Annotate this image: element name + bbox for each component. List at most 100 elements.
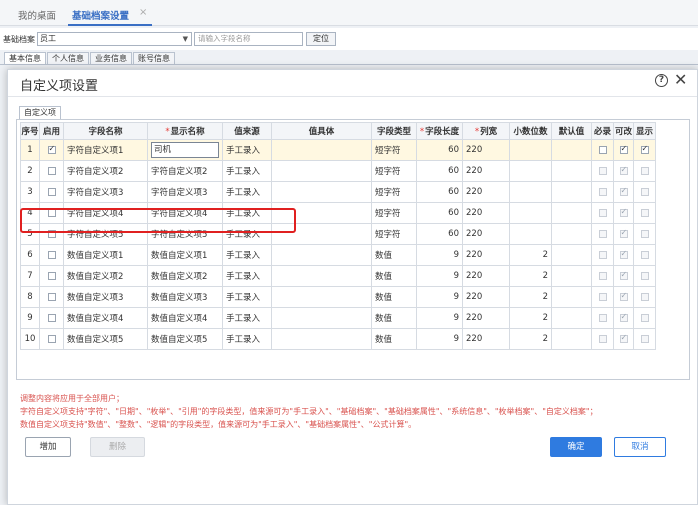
display-name-cell[interactable]: 数值自定义项1: [147, 244, 223, 266]
editable-checkbox[interactable]: [619, 186, 628, 196]
decimals-cell[interactable]: [509, 160, 552, 182]
decimals-cell[interactable]: [509, 139, 552, 161]
decimals-cell[interactable]: 2: [509, 244, 552, 266]
required-checkbox[interactable]: [598, 145, 607, 154]
col-width-cell[interactable]: 220: [462, 244, 510, 266]
field-type-cell[interactable]: 数值: [371, 307, 417, 329]
col-width-cell[interactable]: 220: [462, 307, 510, 329]
editable-checkbox[interactable]: [619, 270, 628, 280]
field-type-cell[interactable]: 数值: [371, 328, 417, 350]
editable-checkbox[interactable]: [619, 312, 628, 322]
field-length-cell[interactable]: 9: [416, 328, 463, 350]
tab-custom-fields[interactable]: 自定义项: [19, 106, 61, 119]
field-length-cell[interactable]: 9: [416, 286, 463, 308]
required-checkbox[interactable]: [598, 313, 607, 322]
value-source-cell[interactable]: 手工录入: [222, 160, 272, 182]
default-cell[interactable]: [551, 244, 592, 266]
required-checkbox[interactable]: [598, 334, 607, 343]
enabled-checkbox[interactable]: [47, 292, 56, 301]
default-cell[interactable]: [551, 286, 592, 308]
field-length-cell[interactable]: 9: [416, 265, 463, 287]
field-type-cell[interactable]: 短字符: [371, 139, 417, 161]
close-icon[interactable]: ✕: [674, 71, 687, 89]
field-type-cell[interactable]: 短字符: [371, 181, 417, 203]
cancel-button[interactable]: 取消: [614, 437, 666, 457]
editable-checkbox[interactable]: [619, 228, 628, 238]
enabled-checkbox[interactable]: [47, 271, 56, 280]
visible-checkbox[interactable]: [640, 166, 649, 175]
table-row[interactable]: 7 数值自定义项2 数值自定义项2 手工录入 数值 9 220 2: [20, 265, 656, 287]
enabled-checkbox[interactable]: [47, 313, 56, 322]
field-length-cell[interactable]: 60: [416, 139, 463, 161]
field-type-cell[interactable]: 短字符: [371, 223, 417, 245]
display-name-input[interactable]: 司机: [151, 142, 219, 158]
value-source-cell[interactable]: 手工录入: [222, 181, 272, 203]
editable-checkbox[interactable]: [619, 144, 628, 154]
display-name-cell[interactable]: 字符自定义项2: [147, 160, 223, 182]
enabled-checkbox[interactable]: [47, 334, 56, 343]
decimals-cell[interactable]: [509, 223, 552, 245]
value-body-cell[interactable]: [271, 139, 372, 161]
subtab-business-info[interactable]: 业务信息: [90, 52, 132, 64]
enabled-checkbox[interactable]: [47, 250, 56, 259]
value-source-cell[interactable]: 手工录入: [222, 139, 272, 161]
field-type-cell[interactable]: 数值: [371, 286, 417, 308]
default-cell[interactable]: [551, 160, 592, 182]
col-width-cell[interactable]: 220: [462, 286, 510, 308]
col-width-cell[interactable]: 220: [462, 202, 510, 224]
delete-button[interactable]: 删除: [90, 437, 145, 457]
visible-checkbox[interactable]: [640, 144, 649, 154]
enabled-checkbox[interactable]: [47, 144, 56, 154]
editable-checkbox[interactable]: [619, 165, 628, 175]
visible-checkbox[interactable]: [640, 250, 649, 259]
default-cell[interactable]: [551, 265, 592, 287]
close-icon[interactable]: ×: [139, 7, 147, 18]
editable-checkbox[interactable]: [619, 207, 628, 217]
required-checkbox[interactable]: [598, 166, 607, 175]
editable-checkbox[interactable]: [619, 291, 628, 301]
decimals-cell[interactable]: 2: [509, 286, 552, 308]
field-type-cell[interactable]: 数值: [371, 265, 417, 287]
col-width-cell[interactable]: 220: [462, 223, 510, 245]
table-row[interactable]: 3 字符自定义项3 字符自定义项3 手工录入 短字符 60 220: [20, 181, 656, 203]
value-source-cell[interactable]: 手工录入: [222, 307, 272, 329]
col-width-cell[interactable]: 220: [462, 265, 510, 287]
value-body-cell[interactable]: [271, 265, 372, 287]
display-name-cell[interactable]: 字符自定义项3: [147, 181, 223, 203]
col-width-cell[interactable]: 220: [462, 160, 510, 182]
add-button[interactable]: 增加: [25, 437, 71, 457]
decimals-cell[interactable]: 2: [509, 328, 552, 350]
visible-checkbox[interactable]: [640, 208, 649, 217]
required-checkbox[interactable]: [598, 187, 607, 196]
default-cell[interactable]: [551, 181, 592, 203]
decimals-cell[interactable]: 2: [509, 307, 552, 329]
field-length-cell[interactable]: 60: [416, 202, 463, 224]
field-type-cell[interactable]: 短字符: [371, 202, 417, 224]
table-row[interactable]: 8 数值自定义项3 数值自定义项3 手工录入 数值 9 220 2: [20, 286, 656, 308]
value-source-cell[interactable]: 手工录入: [222, 286, 272, 308]
field-type-cell[interactable]: 数值: [371, 244, 417, 266]
value-body-cell[interactable]: [271, 286, 372, 308]
default-cell[interactable]: [551, 307, 592, 329]
table-row[interactable]: 2 字符自定义项2 字符自定义项2 手工录入 短字符 60 220: [20, 160, 656, 182]
table-row[interactable]: 1 字符自定义项1司机手工录入 短字符60220: [20, 139, 656, 161]
visible-checkbox[interactable]: [640, 229, 649, 238]
enabled-checkbox[interactable]: [47, 187, 56, 196]
default-cell[interactable]: [551, 139, 592, 161]
decimals-cell[interactable]: [509, 202, 552, 224]
tab-basic-archive-settings[interactable]: 基础档案设置: [72, 8, 129, 22]
table-row[interactable]: 9 数值自定义项4 数值自定义项4 手工录入 数值 9 220 2: [20, 307, 656, 329]
value-source-cell[interactable]: 手工录入: [222, 328, 272, 350]
help-icon[interactable]: ?: [655, 74, 668, 87]
decimals-cell[interactable]: [509, 181, 552, 203]
field-search-input[interactable]: 请输入字段名称: [194, 32, 303, 46]
default-cell[interactable]: [551, 202, 592, 224]
required-checkbox[interactable]: [598, 292, 607, 301]
required-checkbox[interactable]: [598, 250, 607, 259]
col-width-cell[interactable]: 220: [462, 139, 510, 161]
value-source-cell[interactable]: 手工录入: [222, 265, 272, 287]
col-width-cell[interactable]: 220: [462, 181, 510, 203]
field-length-cell[interactable]: 9: [416, 307, 463, 329]
display-name-cell[interactable]: 数值自定义项3: [147, 286, 223, 308]
required-checkbox[interactable]: [598, 208, 607, 217]
